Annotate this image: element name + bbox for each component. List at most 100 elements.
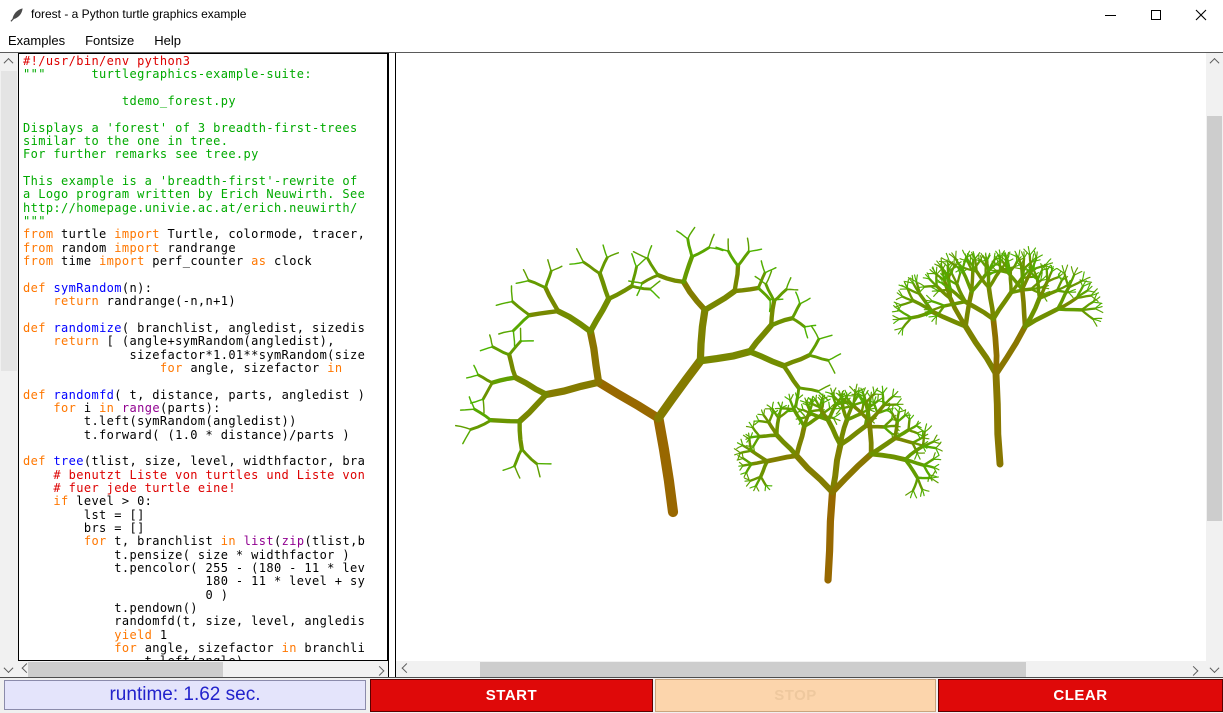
tree-branch xyxy=(966,292,972,327)
code-token: """ turtlegraphics-example-suite: xyxy=(23,67,312,81)
code-token xyxy=(23,481,53,495)
code-token: # fuer jede turtle eine! xyxy=(53,481,236,495)
tree-branch xyxy=(770,300,771,312)
canvas-vertical-scrollbar[interactable] xyxy=(1206,53,1223,661)
code-token: brs = [] xyxy=(23,521,145,535)
clear-button[interactable]: CLEAR xyxy=(938,679,1223,712)
tree-branch xyxy=(684,282,705,310)
tree-branch xyxy=(869,421,871,454)
tree-branch xyxy=(933,442,940,444)
menu-examples[interactable]: Examples xyxy=(0,31,75,51)
tree-branch xyxy=(767,456,796,461)
maximize-button[interactable] xyxy=(1133,0,1178,30)
scroll-down-arrow[interactable] xyxy=(1206,661,1223,678)
tree-branch xyxy=(809,355,828,360)
minimize-button[interactable] xyxy=(1088,0,1133,30)
tree-branch xyxy=(884,427,892,434)
tree-branch xyxy=(520,395,547,422)
tree-branch xyxy=(993,319,996,374)
scroll-down-arrow[interactable] xyxy=(0,661,17,678)
tree-branch xyxy=(632,267,637,286)
tree-branch xyxy=(750,352,784,366)
code-line: sizefactor*1.01**symRandom(size xyxy=(23,349,387,362)
code-token: from xyxy=(23,241,53,255)
source-code-pane[interactable]: #!/usr/bin/env python3""" turtlegraphics… xyxy=(18,53,388,661)
scroll-right-arrow[interactable] xyxy=(1185,661,1202,678)
tree-branch xyxy=(524,270,529,281)
tree-branch xyxy=(756,486,759,491)
python-feather-icon xyxy=(9,6,26,23)
code-horizontal-scrollbar[interactable] xyxy=(18,661,388,678)
code-token: tdemo_forest.py xyxy=(23,94,236,108)
tree-branch xyxy=(766,271,772,284)
close-button[interactable] xyxy=(1178,0,1223,30)
tree-branch xyxy=(1069,292,1074,297)
tree-branch xyxy=(1018,250,1020,258)
turtle-graphics-canvas xyxy=(396,53,1206,661)
code-token: import xyxy=(99,254,145,268)
tree-branch xyxy=(843,392,844,399)
code-token: in xyxy=(99,401,114,415)
menu-help[interactable]: Help xyxy=(144,31,191,51)
tree-branch xyxy=(456,426,471,430)
code-token: Turtle, colormode, tracer, xyxy=(160,227,365,241)
code-token: This example is a 'breadth-first'-rewrit… xyxy=(23,174,358,188)
scrollbar-thumb[interactable] xyxy=(480,662,1026,677)
tree-branch xyxy=(970,256,971,263)
code-token: import xyxy=(114,227,160,241)
tree-branch xyxy=(895,408,899,412)
tree-branch xyxy=(709,234,714,247)
canvas-horizontal-scrollbar[interactable] xyxy=(396,661,1206,678)
tree-branch xyxy=(688,228,695,239)
start-button[interactable]: START xyxy=(370,679,653,712)
code-token: in xyxy=(282,641,297,655)
code-token: in xyxy=(327,361,342,375)
tree-branch xyxy=(893,316,900,319)
tree-branch xyxy=(818,385,830,391)
code-token xyxy=(23,468,53,482)
code-token xyxy=(23,641,114,655)
scrollbar-thumb[interactable] xyxy=(28,662,223,677)
tree-branch xyxy=(490,335,493,347)
code-token: (tlist,b xyxy=(304,534,365,548)
pane-divider-sash[interactable] xyxy=(388,53,396,678)
minimize-icon xyxy=(1105,15,1116,16)
tree-branch xyxy=(558,311,590,331)
scrollbar-thumb[interactable] xyxy=(1,71,17,371)
tree-branch xyxy=(658,361,700,418)
tree-branch xyxy=(516,281,529,284)
tree-branch xyxy=(787,411,793,412)
scroll-up-arrow[interactable] xyxy=(1206,53,1223,70)
code-token: randomfd(t, size, level, angledis xyxy=(23,614,365,628)
code-token xyxy=(114,401,122,415)
tree-branch xyxy=(738,252,749,266)
code-token: t.forward( (1.0 * distance)/parts ) xyxy=(23,428,350,442)
code-line xyxy=(23,162,387,175)
code-token: clock xyxy=(266,254,312,268)
tree-branch xyxy=(796,292,800,304)
code-token: ( xyxy=(274,534,282,548)
code-token: (tlist, size, level, widthfactor, bra xyxy=(84,454,365,468)
title-bar[interactable]: forest - a Python turtle graphics exampl… xyxy=(0,0,1223,30)
code-token: for xyxy=(53,401,76,415)
tree-branch xyxy=(797,456,833,492)
tree-branch xyxy=(786,289,797,290)
scrollbar-thumb[interactable] xyxy=(1207,116,1222,521)
scroll-up-arrow[interactable] xyxy=(0,53,17,70)
scroll-right-arrow[interactable] xyxy=(371,661,388,678)
tree-branch xyxy=(471,420,491,429)
stop-button[interactable]: STOP xyxy=(655,679,936,712)
code-token: 1 xyxy=(152,628,167,642)
tree-branch xyxy=(828,360,835,373)
tree-branch xyxy=(873,387,874,394)
tree-branch xyxy=(577,249,584,262)
code-line: t.forward( (1.0 * distance)/parts ) xyxy=(23,429,387,442)
tree-branch xyxy=(957,274,960,285)
menu-fontsize[interactable]: Fontsize xyxy=(75,31,144,51)
tree-branch xyxy=(943,262,948,266)
tree-branch xyxy=(584,262,600,273)
turtle-canvas-svg xyxy=(396,53,1206,661)
tree-branch xyxy=(900,311,911,318)
scroll-left-arrow[interactable] xyxy=(398,661,415,678)
code-vertical-scrollbar[interactable] xyxy=(0,53,18,677)
